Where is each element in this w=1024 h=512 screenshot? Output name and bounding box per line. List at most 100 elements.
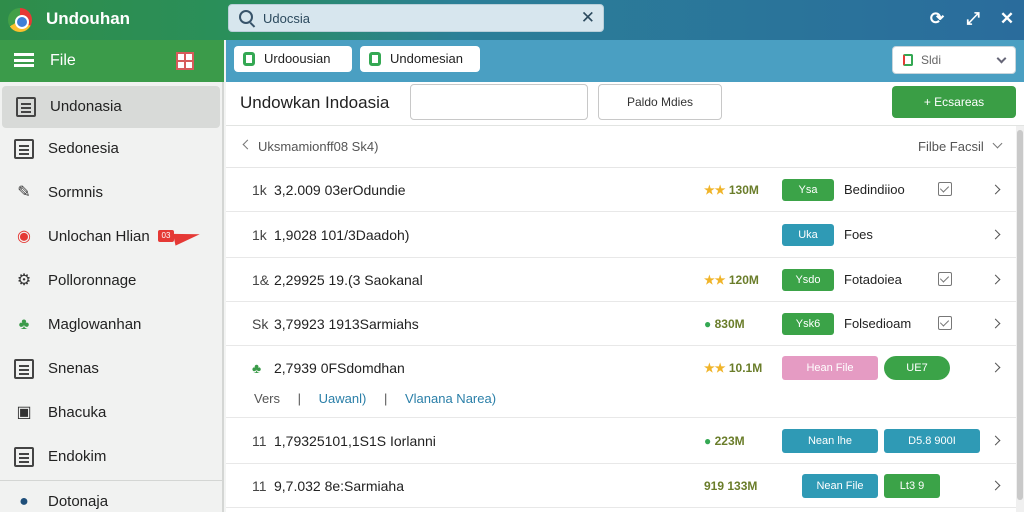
chevron-right-icon[interactable] <box>990 229 1001 240</box>
sub-link[interactable]: Uawanl) <box>319 391 367 406</box>
filter-input[interactable] <box>410 84 588 120</box>
clover-icon: ♣ <box>252 360 262 376</box>
refresh-icon[interactable]: ⟳ <box>926 8 948 30</box>
check-icon[interactable] <box>938 316 952 330</box>
row-size-value: 10.1M <box>728 361 763 375</box>
info-icon: ● <box>19 493 29 510</box>
row-chip[interactable]: Uka <box>782 224 834 246</box>
grid-icon[interactable] <box>176 52 194 70</box>
row-size: ● 223M <box>704 434 764 448</box>
app-title: Undouhan <box>46 9 131 28</box>
sub-divider: | <box>383 391 388 406</box>
arrow-pointer-icon <box>173 228 201 246</box>
chevron-left-icon[interactable] <box>242 139 253 150</box>
sidebar-item-dotonaja[interactable]: ● Dotonaja <box>0 480 224 512</box>
list-header: Uksmamionff08 Sk4) Filbe Facsil <box>226 126 1016 168</box>
row-chip[interactable]: Nean File <box>802 474 878 498</box>
row-chip-secondary[interactable]: Lt3 9 <box>884 474 940 498</box>
row-text: 2,7939 0FSdomdhan <box>274 360 405 376</box>
sidebar-item-sedonesia[interactable]: Sedonesia <box>0 128 224 170</box>
list-item[interactable]: Sk 3,79923 1913Sarmiahs ● 830M Ysk6 Fols… <box>226 302 1016 346</box>
chevron-right-icon[interactable] <box>990 318 1001 329</box>
row-chip[interactable]: Ysa <box>782 179 834 201</box>
row-status: Bedindiioo <box>844 182 905 197</box>
chevron-right-icon[interactable] <box>990 184 1001 195</box>
row-chip[interactable]: Ysdo <box>782 269 834 291</box>
row-chip[interactable]: Ysk6 <box>782 313 834 335</box>
chevron-right-icon[interactable] <box>990 480 1001 491</box>
scrollbar-thumb[interactable] <box>1017 130 1023 500</box>
tab-label: Undomesian <box>390 51 463 66</box>
tab-urdoousian[interactable]: Urdoousian <box>234 46 352 72</box>
star-icon: ★★ <box>704 273 726 287</box>
row-text: 3,2.009 03erOdundie <box>274 182 406 198</box>
row-prefix: 11 <box>252 478 267 494</box>
check-icon[interactable] <box>938 182 952 196</box>
tab-bar: Urdoousian Undomesian Sldi <box>226 40 1024 82</box>
list-item[interactable]: 11 1,79325101,1S1S Iorlanni ● 223M Nean … <box>226 418 1016 464</box>
row-text: 9,7.032 8e:Sarmiaha <box>274 478 404 494</box>
sidebar-item-unlochan-hlian[interactable]: ◉ Unlochan Hlian 03 <box>0 216 224 258</box>
filter-dropdown[interactable]: Filbe Facsil <box>918 139 984 154</box>
row-text: 3,79923 1913Sarmiahs <box>274 316 419 332</box>
row-size: ★★ 10.1M <box>704 361 764 375</box>
secondary-button[interactable]: Paldo Mdies <box>598 84 722 120</box>
chevron-right-icon[interactable] <box>990 274 1001 285</box>
clear-search-icon[interactable]: ✕ <box>581 8 595 28</box>
list-item-expanded[interactable]: ♣ 2,7939 0FSdomdhan ★★ 10.1M Hean File U… <box>226 346 1016 418</box>
sub-link[interactable]: Vlanana Narea) <box>405 391 496 406</box>
gear-icon: ⚙ <box>16 272 32 289</box>
tab-undomesian[interactable]: Undomesian <box>360 46 480 72</box>
chevron-down-icon[interactable] <box>992 138 1003 149</box>
sidebar-item-bhacuka[interactable]: ▣ Bhacuka <box>0 392 224 434</box>
sub-divider: | <box>297 391 302 406</box>
row-chip[interactable]: Nean lhe <box>782 429 878 453</box>
row-chip[interactable]: Hean File <box>782 356 878 380</box>
list-item[interactable]: 1& 2,29925 19.(3 Saokanal ★★ 120M Ysdo F… <box>226 258 1016 302</box>
list-item[interactable]: 1k 1,9028 101/3Daadoh) Uka Foes <box>226 212 1016 258</box>
sidebar-file-label[interactable]: File <box>50 52 76 70</box>
tab-app-icon <box>243 52 255 66</box>
list-item[interactable]: 11 9,7.032 8e:Sarmiaha 919 133M Nean Fil… <box>226 464 1016 508</box>
tab-app-icon <box>369 52 381 66</box>
chevron-right-icon[interactable] <box>990 435 1001 446</box>
sidebar-item-label: Sormnis <box>48 184 104 201</box>
row-status: Folsedioam <box>844 316 912 331</box>
scrollbar[interactable] <box>1016 126 1024 512</box>
row-sub-line: Vers | Uawanl) | Vlanana Narea) <box>240 391 510 406</box>
row-prefix: 1k <box>252 227 267 243</box>
image-icon: ▣ <box>16 404 32 421</box>
search-bar[interactable]: Udocsia ✕ <box>228 4 604 32</box>
sidebar-item-endokim[interactable]: Endokim <box>0 436 224 478</box>
list-item[interactable]: 1k 3,2.009 03erOdundie ★★ 130M Ysa Bedin… <box>226 168 1016 212</box>
sidebar-item-label: Maglowanhan <box>48 316 142 333</box>
sub-label: Vers <box>254 391 281 406</box>
close-window-icon[interactable]: ✕ <box>996 8 1018 30</box>
row-text: 1,79325101,1S1S Iorlanni <box>274 433 436 449</box>
row-prefix: 1k <box>252 182 267 198</box>
file-list: Uksmamionff08 Sk4) Filbe Facsil 1k 3,2.0… <box>226 126 1016 512</box>
list-header-text: Uksmamionff08 Sk4) <box>258 139 379 154</box>
sidebar-item-polloronnage[interactable]: ⚙ Polloronnage <box>0 260 224 302</box>
star-icon: ★★ <box>704 183 726 197</box>
row-size-value: 120M <box>728 273 759 287</box>
row-chip-secondary[interactable]: D5.8 900I <box>884 429 980 453</box>
sidebar-item-label: Undonasia <box>50 98 122 115</box>
sidebar-item-maglowanhan[interactable]: ♣ Maglowanhan <box>0 304 224 346</box>
chevron-right-icon[interactable] <box>990 362 1001 373</box>
pen-icon: ✎ <box>17 184 31 201</box>
sidebar-item-label: Polloronnage <box>48 272 137 289</box>
resize-icon[interactable]: ⤢ <box>962 8 984 30</box>
sidebar-item-undonasia[interactable]: Undonasia <box>2 86 220 128</box>
hamburger-menu-icon[interactable] <box>14 53 34 67</box>
view-select[interactable]: Sldi <box>892 46 1016 74</box>
status-dot-icon: ● <box>704 317 712 331</box>
search-input[interactable]: Udocsia <box>263 11 310 26</box>
sidebar-item-sormnis[interactable]: ✎ Sormnis <box>0 172 224 214</box>
check-icon[interactable] <box>938 272 952 286</box>
select-value: Sldi <box>921 53 942 67</box>
add-button[interactable]: + Ecsareas <box>892 86 1016 118</box>
sidebar-item-snenas[interactable]: Snenas <box>0 348 224 390</box>
row-chip-secondary[interactable]: UE7 <box>884 356 950 380</box>
row-size-value: 130M <box>728 183 759 197</box>
